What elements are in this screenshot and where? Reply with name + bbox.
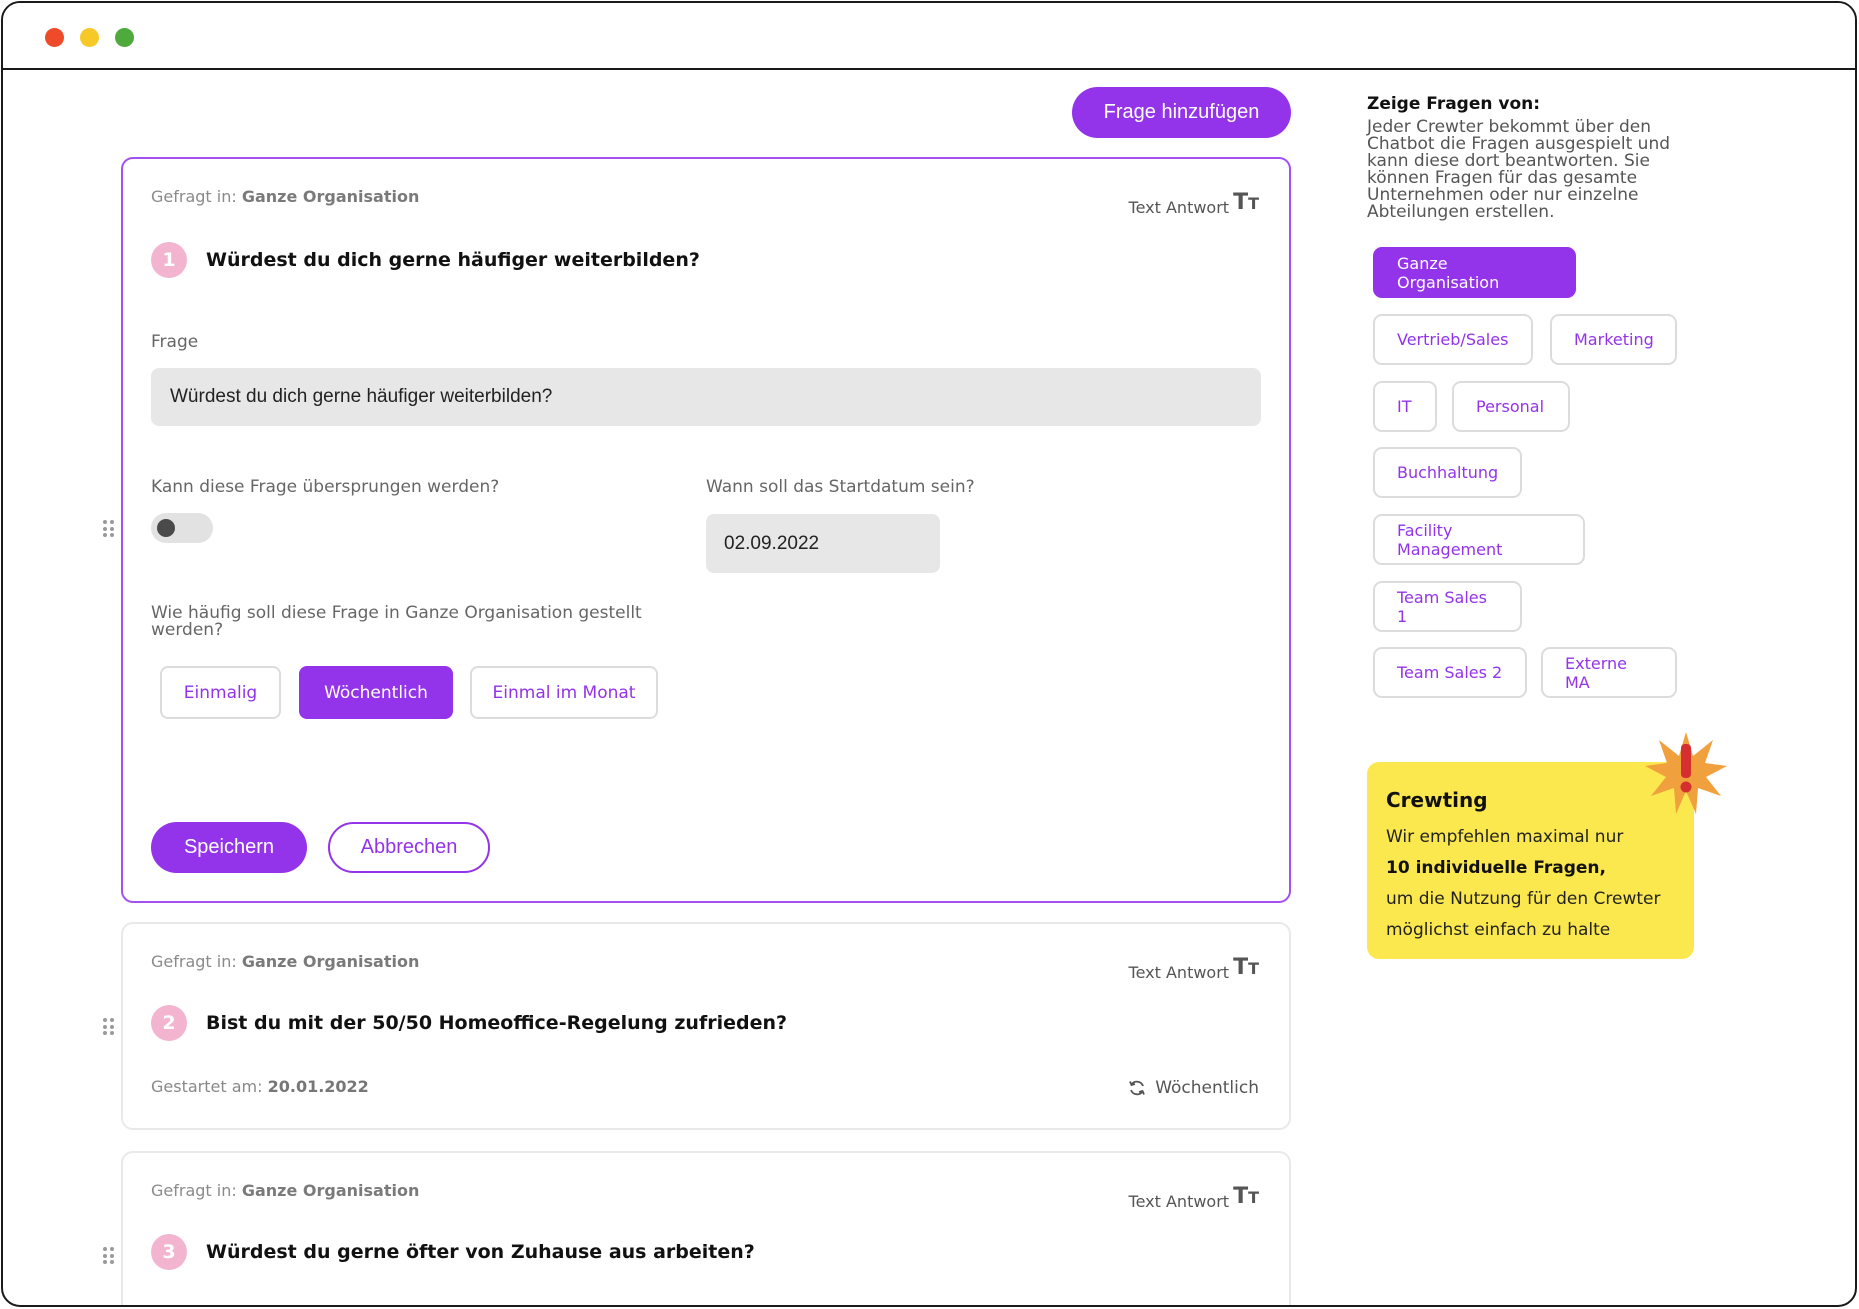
- window-titlebar: [3, 3, 1855, 70]
- exclamation-burst-icon: [1645, 732, 1727, 814]
- note-line: möglichst einfach zu halte: [1386, 920, 1611, 940]
- question-number-badge: 1: [151, 242, 187, 278]
- text-size-icon: TT: [1233, 1184, 1259, 1209]
- question-field-label: Frage: [151, 332, 199, 352]
- department-personal[interactable]: Personal: [1452, 381, 1570, 432]
- close-window-button[interactable]: [45, 28, 64, 47]
- answer-type-label: Text Antwort: [1128, 963, 1230, 982]
- asked-in: Gefragt in: Ganze Organisation: [151, 1181, 419, 1200]
- asked-in: Gefragt in: Ganze Organisation: [151, 187, 419, 206]
- question-title: Bist du mit der 50/50 Homeoffice-Regelun…: [206, 1012, 788, 1034]
- asked-in-label: Gefragt in:: [151, 187, 237, 206]
- frequency-option-weekly[interactable]: Wöchentlich: [299, 666, 453, 719]
- note-title: Crewting: [1386, 788, 1488, 812]
- question-title: Würdest du gerne öfter von Zuhause aus a…: [206, 1241, 755, 1263]
- department-it[interactable]: IT: [1373, 381, 1437, 432]
- answer-type-label: Text Antwort: [1128, 1192, 1230, 1211]
- answer-type: Text Antwort TT: [1128, 955, 1259, 983]
- toggle-knob: [157, 519, 175, 537]
- refresh-icon: [1129, 1080, 1146, 1096]
- question-card-editing: Gefragt in: Ganze Organisation Text Antw…: [121, 157, 1291, 903]
- sidebar-description: Jeder Crewter bekommt über den Chatbot d…: [1367, 117, 1671, 222]
- question-number-badge: 3: [151, 1234, 187, 1270]
- drag-handle-icon[interactable]: [103, 520, 115, 538]
- question-card[interactable]: Gefragt in: Ganze Organisation Text Antw…: [121, 1151, 1291, 1305]
- department-vertrieb-sales[interactable]: Vertrieb/Sales: [1373, 314, 1533, 365]
- department-ganze-organisation[interactable]: Ganze Organisation: [1373, 247, 1576, 298]
- asked-in-label: Gefragt in:: [151, 952, 237, 971]
- skip-toggle[interactable]: [151, 513, 213, 543]
- department-buchhaltung[interactable]: Buchhaltung: [1373, 447, 1522, 498]
- answer-type: Text Antwort TT: [1128, 1184, 1259, 1212]
- department-team-sales-1[interactable]: Team Sales 1: [1373, 581, 1522, 632]
- note-line: um die Nutzung für den Crewter: [1386, 889, 1661, 909]
- start-date-label: Wann soll das Startdatum sein?: [706, 477, 975, 497]
- question-text-input[interactable]: [151, 368, 1261, 426]
- recurrence-label: Wöchentlich: [1155, 1078, 1259, 1098]
- text-size-icon: TT: [1233, 190, 1259, 215]
- drag-handle-icon[interactable]: [103, 1018, 115, 1036]
- question-title: Würdest du dich gerne häufiger weiterbil…: [206, 249, 700, 271]
- minimize-window-button[interactable]: [80, 28, 99, 47]
- note-highlight: 10 individuelle Fragen,: [1386, 858, 1606, 878]
- save-button[interactable]: Speichern: [151, 822, 307, 873]
- question-number-badge: 2: [151, 1005, 187, 1041]
- frequency-option-once[interactable]: Einmalig: [160, 666, 281, 719]
- department-externe-ma[interactable]: Externe MA: [1541, 647, 1677, 698]
- started-label: Gestartet am:: [151, 1077, 263, 1096]
- department-facility-management[interactable]: Facility Management: [1373, 514, 1585, 565]
- department-team-sales-2[interactable]: Team Sales 2: [1373, 647, 1527, 698]
- asked-in-label: Gefragt in:: [151, 1181, 237, 1200]
- maximize-window-button[interactable]: [115, 28, 134, 47]
- asked-in-value: Ganze Organisation: [241, 1181, 420, 1200]
- skip-label: Kann diese Frage übersprungen werden?: [151, 477, 500, 497]
- frequency-option-monthly[interactable]: Einmal im Monat: [470, 666, 658, 719]
- asked-in-value: Ganze Organisation: [241, 187, 420, 206]
- started-date: Gestartet am: 20.01.2022: [151, 1077, 369, 1096]
- note-line: Wir empfehlen maximal nur: [1386, 827, 1624, 847]
- cancel-button[interactable]: Abbrechen: [328, 822, 490, 873]
- started-value: 20.01.2022: [267, 1077, 369, 1096]
- add-question-button[interactable]: Frage hinzufügen: [1072, 87, 1291, 138]
- question-card[interactable]: Gefragt in: Ganze Organisation Text Antw…: [121, 922, 1291, 1130]
- browser-window: Frage hinzufügen Gefragt in: Ganze Organ…: [1, 1, 1857, 1307]
- asked-in-value: Ganze Organisation: [241, 952, 420, 971]
- sidebar-title: Zeige Fragen von:: [1367, 94, 1541, 114]
- asked-in: Gefragt in: Ganze Organisation: [151, 952, 419, 971]
- answer-type-label: Text Antwort: [1128, 198, 1230, 217]
- text-size-icon: TT: [1233, 955, 1259, 980]
- drag-handle-icon[interactable]: [103, 1247, 115, 1265]
- start-date-input[interactable]: [706, 514, 940, 573]
- recurrence: Wöchentlich: [1127, 1078, 1259, 1098]
- frequency-label: Wie häufig soll diese Frage in Ganze Org…: [151, 603, 642, 640]
- department-marketing[interactable]: Marketing: [1550, 314, 1677, 365]
- answer-type: Text Antwort TT: [1128, 190, 1259, 218]
